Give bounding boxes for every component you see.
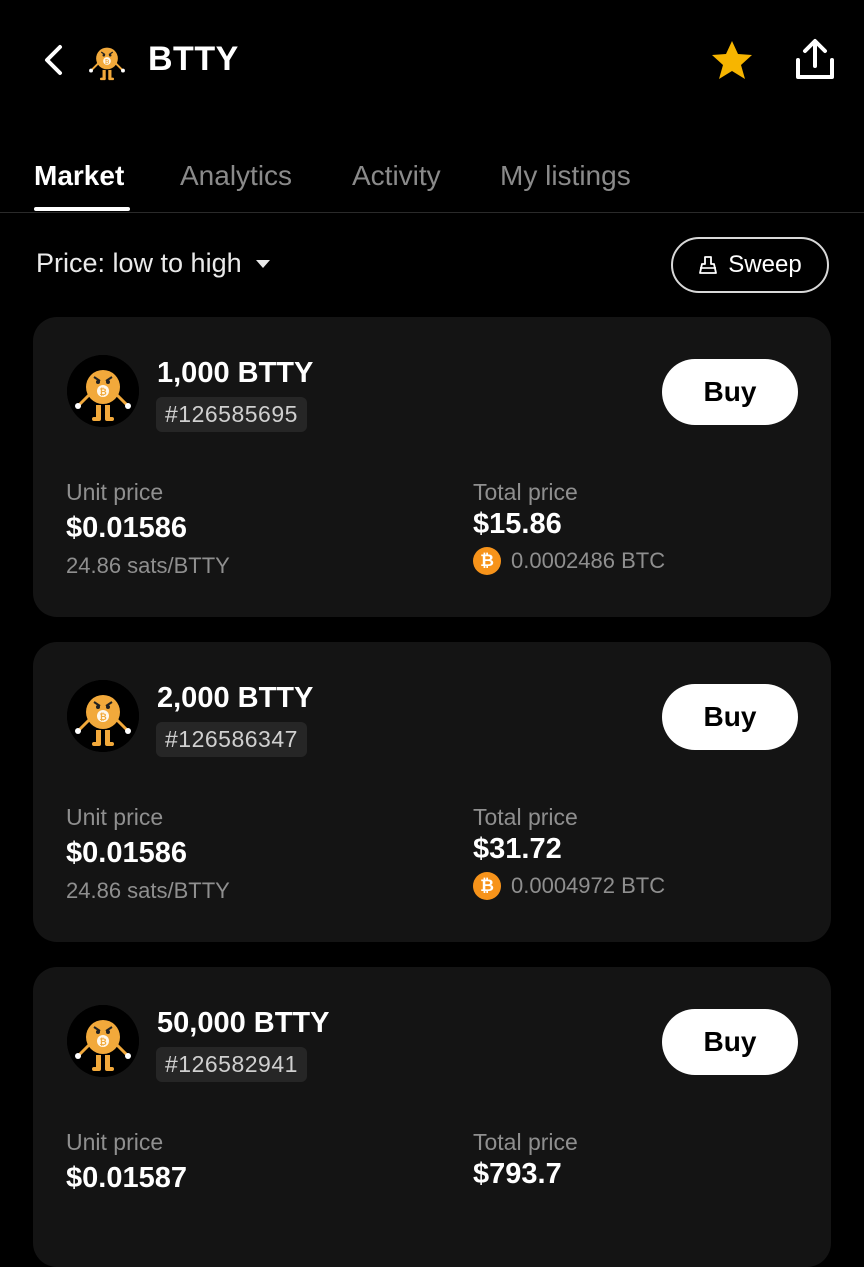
unit-price: $0.01586	[66, 837, 187, 869]
bitcoin-icon: ₿	[473, 547, 501, 575]
unit-price: $0.01587	[66, 1162, 187, 1194]
sweep-button[interactable]: Sweep	[671, 237, 829, 293]
active-tab-indicator	[34, 207, 130, 211]
caret-down-icon	[255, 259, 270, 268]
tab-market[interactable]: Market	[34, 160, 124, 192]
share-icon[interactable]	[790, 36, 840, 84]
tab-activity[interactable]: Activity	[352, 160, 441, 192]
total-btc: ₿ 0.0002486 BTC	[473, 547, 665, 575]
tab-bar: Market Analytics Activity My listings	[0, 150, 864, 213]
sort-dropdown[interactable]: Price: low to high	[36, 248, 270, 279]
total-btc-value: 0.0004972 BTC	[511, 873, 666, 898]
listing-amount: 1,000 BTTY	[157, 357, 314, 389]
total-price: $793.7	[473, 1158, 562, 1190]
sats-per-token: 24.86 sats/BTTY	[66, 553, 230, 578]
total-price-label: Total price	[473, 804, 578, 830]
total-price: $31.72	[473, 833, 562, 865]
unit-price-label: Unit price	[66, 479, 164, 505]
top-bar: BTTY	[0, 0, 864, 120]
collection-logo	[84, 38, 130, 84]
total-price-label: Total price	[473, 479, 578, 505]
tab-my-listings[interactable]: My listings	[500, 160, 631, 192]
unit-price: $0.01586	[66, 512, 187, 544]
buy-button[interactable]: Buy	[662, 1009, 798, 1075]
total-price: $15.86	[473, 508, 562, 540]
listing-amount: 2,000 BTTY	[157, 682, 314, 714]
token-avatar	[67, 1005, 139, 1077]
page-title: BTTY	[148, 40, 239, 78]
token-avatar	[67, 680, 139, 752]
listing-card: 2,000 BTTY #126586347 Buy Unit price $0.…	[33, 642, 831, 942]
listing-amount: 50,000 BTTY	[157, 1007, 330, 1039]
inscription-number: #126585695	[156, 397, 307, 432]
token-avatar	[67, 355, 139, 427]
total-btc: ₿ 0.0004972 BTC	[473, 872, 665, 900]
sats-per-token: 24.86 sats/BTTY	[66, 878, 230, 903]
buy-button[interactable]: Buy	[662, 684, 798, 750]
buy-button[interactable]: Buy	[662, 359, 798, 425]
total-btc-value: 0.0002486 BTC	[511, 548, 666, 573]
star-icon[interactable]	[708, 38, 756, 84]
tab-analytics[interactable]: Analytics	[180, 160, 292, 192]
unit-price-label: Unit price	[66, 1129, 164, 1155]
listing-card: 50,000 BTTY #126582941 Buy Unit price $0…	[33, 967, 831, 1267]
broom-icon	[699, 256, 718, 274]
unit-price-label: Unit price	[66, 804, 164, 830]
sweep-label: Sweep	[728, 251, 802, 278]
inscription-number: #126582941	[156, 1047, 307, 1082]
inscription-number: #126586347	[156, 722, 307, 757]
total-price-label: Total price	[473, 1129, 578, 1155]
listing-card: 1,000 BTTY #126585695 Buy Unit price $0.…	[33, 317, 831, 617]
chevron-left-icon[interactable]	[34, 40, 74, 80]
bitcoin-icon: ₿	[473, 872, 501, 900]
sort-label: Price: low to high	[36, 248, 242, 278]
